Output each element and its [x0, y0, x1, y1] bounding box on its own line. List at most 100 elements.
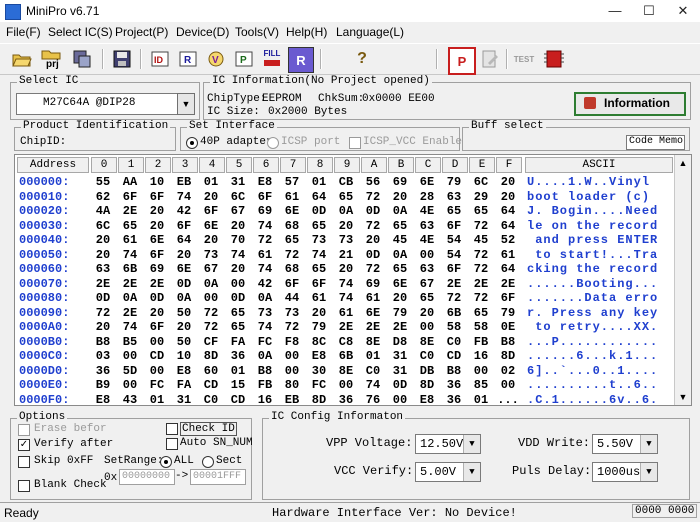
hex-byte[interactable]: 00	[495, 378, 521, 392]
icsp-port-radio[interactable]	[267, 137, 279, 149]
hex-byte[interactable]: 6F	[279, 277, 305, 291]
hex-byte[interactable]: 65	[225, 320, 251, 334]
hex-byte[interactable]: 2E	[468, 277, 494, 291]
hex-byte[interactable]: 6F	[144, 190, 170, 204]
range-sect-radio[interactable]	[202, 456, 214, 468]
select-ic-dropdown-button[interactable]: ▼	[177, 93, 195, 115]
close-button[interactable]: ✕	[666, 0, 700, 22]
scroll-down-icon[interactable]: ▼	[675, 389, 691, 405]
hex-byte[interactable]: 20	[495, 175, 521, 189]
hex-byte[interactable]: 01	[468, 393, 494, 406]
hex-byte[interactable]: 36	[441, 378, 467, 392]
hex-byte[interactable]: FA	[225, 335, 251, 349]
hex-byte[interactable]: 20	[171, 320, 197, 334]
hex-byte[interactable]: 20	[198, 190, 224, 204]
information-button[interactable]: Information	[574, 92, 686, 116]
hex-byte[interactable]: 20	[144, 306, 170, 320]
hex-byte[interactable]: 65	[468, 306, 494, 320]
hex-byte[interactable]: 65	[468, 204, 494, 218]
hex-byte[interactable]: FB	[252, 378, 278, 392]
hex-byte[interactable]: 60	[198, 364, 224, 378]
hex-byte[interactable]: 8E	[360, 335, 386, 349]
hex-byte[interactable]: 00	[117, 378, 143, 392]
hex-byte[interactable]: 57	[279, 175, 305, 189]
hex-byte[interactable]: 43	[117, 393, 143, 406]
hex-byte[interactable]: 79	[495, 306, 521, 320]
hex-byte[interactable]: 79	[387, 306, 413, 320]
hex-byte[interactable]: 4E	[414, 233, 440, 247]
hex-byte[interactable]: 73	[333, 233, 359, 247]
hex-byte[interactable]: 72	[90, 306, 116, 320]
hex-byte[interactable]: 6F	[144, 320, 170, 334]
hex-row[interactable]: 0000A0: 20 74 6F 20 72 65 74 72 79 2E 2E 2E 00 58 58 0E …	[15, 320, 675, 334]
hex-byte[interactable]: 72	[441, 291, 467, 305]
hex-byte[interactable]: 0A	[171, 291, 197, 305]
hex-byte[interactable]: 58	[441, 320, 467, 334]
hex-byte[interactable]: EB	[279, 393, 305, 406]
hex-byte[interactable]: 00	[414, 320, 440, 334]
hex-byte[interactable]: 74	[333, 277, 359, 291]
hex-byte[interactable]: 20	[306, 306, 332, 320]
hex-byte[interactable]: 72	[360, 262, 386, 276]
hex-row[interactable]: 000080: 0D 0A 0D 0A 00 0D 0A 44 61 74 61 20 65 72 72 6F.…	[15, 291, 675, 305]
hex-byte[interactable]: 20	[90, 320, 116, 334]
test-icon[interactable]: TEST	[512, 47, 536, 71]
hex-byte[interactable]: 01	[198, 175, 224, 189]
hex-byte[interactable]: 50	[171, 335, 197, 349]
menu-help[interactable]: Help(H)	[286, 25, 327, 39]
hex-byte[interactable]: 80	[279, 378, 305, 392]
protect-icon[interactable]: P	[448, 47, 476, 75]
hex-row[interactable]: 000050: 20 74 6F 20 73 74 61 72 74 21 0D 0A 00 54 72 61 …	[15, 248, 675, 262]
hex-row[interactable]: 0000B0: B8 B5 00 50 CF FA FC F8 8C C8 8E D8 8E C0 FB B8.…	[15, 335, 675, 349]
hex-byte[interactable]: 6E	[360, 306, 386, 320]
hex-byte[interactable]: 72	[279, 248, 305, 262]
hex-byte[interactable]: 00	[333, 378, 359, 392]
hex-row[interactable]: 000090: 72 2E 20 50 72 65 73 73 20 61 6E 79 20 6B 65 79 r…	[15, 306, 675, 320]
hex-byte[interactable]: 6B	[333, 349, 359, 363]
hex-byte[interactable]: 61	[495, 248, 521, 262]
hex-byte[interactable]: 67	[225, 204, 251, 218]
hex-byte[interactable]: 61	[117, 233, 143, 247]
fill-icon[interactable]: FILL	[260, 47, 284, 71]
hex-byte[interactable]: FC	[252, 335, 278, 349]
hex-row[interactable]: 0000F0: E8 43 01 31 C0 CD 16 EB 8D 36 76 00 E8 36 01...…	[15, 393, 675, 406]
hex-row[interactable]: 0000D0: 36 5D 00 E8 60 01 B8 00 30 8E C0 31 DB B8 00 02 6…	[15, 364, 675, 378]
hex-byte[interactable]: CD	[441, 349, 467, 363]
hex-byte[interactable]: 74	[171, 190, 197, 204]
hex-byte[interactable]: FC	[306, 378, 332, 392]
hex-byte[interactable]: C0	[441, 335, 467, 349]
hex-byte[interactable]: 79	[306, 320, 332, 334]
hex-byte[interactable]: 2E	[333, 320, 359, 334]
hex-byte[interactable]: 72	[360, 219, 386, 233]
hex-byte[interactable]: CD	[144, 349, 170, 363]
hex-byte[interactable]: 28	[414, 190, 440, 204]
hex-byte[interactable]: 15	[225, 378, 251, 392]
hex-byte[interactable]: 31	[387, 349, 413, 363]
hex-byte[interactable]: B8	[90, 335, 116, 349]
hex-byte[interactable]: 73	[279, 306, 305, 320]
hex-row[interactable]: 0000C0: 03 00 CD 10 8D 36 0A 00 E8 6B 01 31 C0 CD 16 8D.…	[15, 349, 675, 363]
hex-byte[interactable]: 0A	[117, 291, 143, 305]
icsp-vcc-checkbox[interactable]	[349, 137, 361, 149]
hex-byte[interactable]: 58	[468, 320, 494, 334]
hex-byte[interactable]: B8	[441, 364, 467, 378]
program-icon[interactable]: P	[232, 47, 256, 71]
hex-byte[interactable]: 20	[198, 233, 224, 247]
hex-byte[interactable]: 00	[279, 349, 305, 363]
read-icon[interactable]: R	[176, 47, 200, 71]
erase-before-checkbox[interactable]	[18, 424, 30, 436]
hex-byte[interactable]: 6F	[306, 277, 332, 291]
help-icon[interactable]: ?	[350, 47, 374, 71]
hex-byte[interactable]: 72	[252, 233, 278, 247]
hex-byte[interactable]: 63	[441, 190, 467, 204]
hex-byte[interactable]: 00	[144, 364, 170, 378]
hex-byte[interactable]: 0D	[90, 291, 116, 305]
hex-byte[interactable]: 36	[333, 393, 359, 406]
hex-byte[interactable]: E8	[414, 393, 440, 406]
hex-byte[interactable]: 0D	[225, 291, 251, 305]
hex-byte[interactable]: 6F	[441, 219, 467, 233]
hex-byte[interactable]: 16	[252, 393, 278, 406]
hex-byte[interactable]: 00	[279, 364, 305, 378]
hex-byte[interactable]: 6C	[90, 219, 116, 233]
hex-byte[interactable]: 61	[252, 248, 278, 262]
